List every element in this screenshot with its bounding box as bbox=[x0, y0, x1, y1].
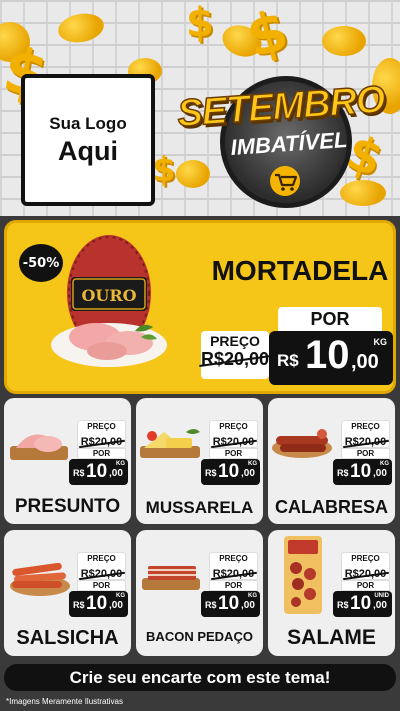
product-name: PRESUNTO bbox=[14, 496, 121, 517]
coin-icon bbox=[176, 160, 210, 188]
cta-banner[interactable]: Crie seu encarte com este tema! bbox=[4, 664, 396, 691]
product-name: SALAME bbox=[287, 626, 376, 649]
salame-image bbox=[284, 536, 322, 614]
dollar-sign-icon: $ bbox=[240, 0, 295, 71]
dollar-sign-icon: $ bbox=[186, 0, 214, 46]
new-price-label: POR bbox=[341, 580, 390, 591]
brand-label: OURO bbox=[81, 286, 136, 305]
shopping-cart-icon bbox=[270, 166, 300, 196]
presunto-image bbox=[10, 434, 68, 460]
disclaimer-text: *Imagens Meramente Ilustrativas bbox=[6, 697, 123, 706]
mortadela-image: OURO bbox=[51, 235, 167, 367]
coin-icon bbox=[322, 26, 366, 56]
product-card: PREÇO R$20,00 POR R$10,00KG MUSSARELA bbox=[136, 398, 263, 524]
product-name: BACON PEDAÇO bbox=[146, 629, 253, 644]
logo-placeholder: Sua Logo Aqui bbox=[21, 74, 155, 206]
old-price-box: PREÇO R$20,00 bbox=[341, 552, 390, 580]
price-decimal: ,00 bbox=[351, 351, 379, 373]
featured-product-name: MORTADELA bbox=[211, 255, 389, 286]
new-price-box: R$ 10,00 KG bbox=[333, 459, 392, 485]
coin-icon bbox=[55, 10, 107, 46]
discount-badge: -50% bbox=[19, 244, 63, 282]
header-banner: $ $ $ $ $ Sua Logo Aqui SETEMBRO IMBATÍV… bbox=[0, 0, 400, 216]
new-price-box: R$ 10,00 KG bbox=[201, 591, 260, 617]
logo-text-line2: Aqui bbox=[58, 135, 118, 166]
old-price-label: PREÇO bbox=[210, 333, 260, 349]
new-price-label: POR bbox=[341, 448, 390, 459]
new-price-box: R$ 10,00 KG bbox=[201, 459, 260, 485]
product-card: PREÇO R$20,00 POR R$10,00UNID SALAME bbox=[268, 530, 395, 656]
product-card: PREÇO R$20,00 POR R$10,00KG SALSICHA bbox=[4, 530, 131, 656]
new-price-label: POR bbox=[209, 580, 258, 591]
unit-label: KG bbox=[373, 337, 388, 347]
old-price-box: PREÇO R$20,00 bbox=[199, 331, 271, 379]
old-price-box: PREÇO R$20,00 bbox=[341, 420, 390, 448]
dollar-sign-icon: $ bbox=[152, 150, 176, 190]
new-price-box: R$ 10,00 KG bbox=[69, 459, 128, 485]
old-price-box: PREÇO R$20,00 bbox=[209, 552, 258, 580]
salsicha-image bbox=[10, 562, 70, 596]
product-name: MUSSARELA bbox=[145, 498, 254, 517]
new-price-box: R$ 10,00 KG bbox=[69, 591, 128, 617]
calabresa-image bbox=[272, 429, 332, 458]
product-card: PREÇO R$20,00 POR R$10,00KG PRESUNTO bbox=[4, 398, 131, 524]
old-price-box: PREÇO R$20,00 bbox=[77, 420, 126, 448]
old-price-box: PREÇO R$20,00 bbox=[77, 552, 126, 580]
featured-product-panel: OURO -50% MORTADELA POR PREÇO R$20,00 R$… bbox=[4, 220, 396, 394]
new-price-label: POR bbox=[77, 580, 126, 591]
product-name: CALABRESA bbox=[274, 497, 388, 517]
new-price-box: R$ 10 ,00 KG bbox=[269, 331, 393, 385]
product-card: PREÇO R$20,00 POR R$10,00KG CALABRESA bbox=[268, 398, 395, 524]
product-card: PREÇO R$20,00 POR R$10,00KG BACON PEDAÇO bbox=[136, 530, 263, 656]
old-price-value: R$20,00 bbox=[199, 349, 271, 370]
new-price-box: R$ 10,00 UNID bbox=[333, 591, 392, 617]
product-name: SALSICHA bbox=[16, 627, 119, 649]
price-integer: 10 bbox=[305, 333, 350, 377]
new-price-label: POR bbox=[278, 307, 382, 331]
old-price-box: PREÇO R$20,00 bbox=[209, 420, 258, 448]
new-price-label: POR bbox=[209, 448, 258, 459]
currency-label: R$ bbox=[277, 351, 299, 370]
logo-text-line1: Sua Logo bbox=[49, 113, 127, 133]
mussarela-image bbox=[140, 429, 200, 458]
bacon-image bbox=[142, 566, 200, 590]
new-price-label: POR bbox=[77, 448, 126, 459]
